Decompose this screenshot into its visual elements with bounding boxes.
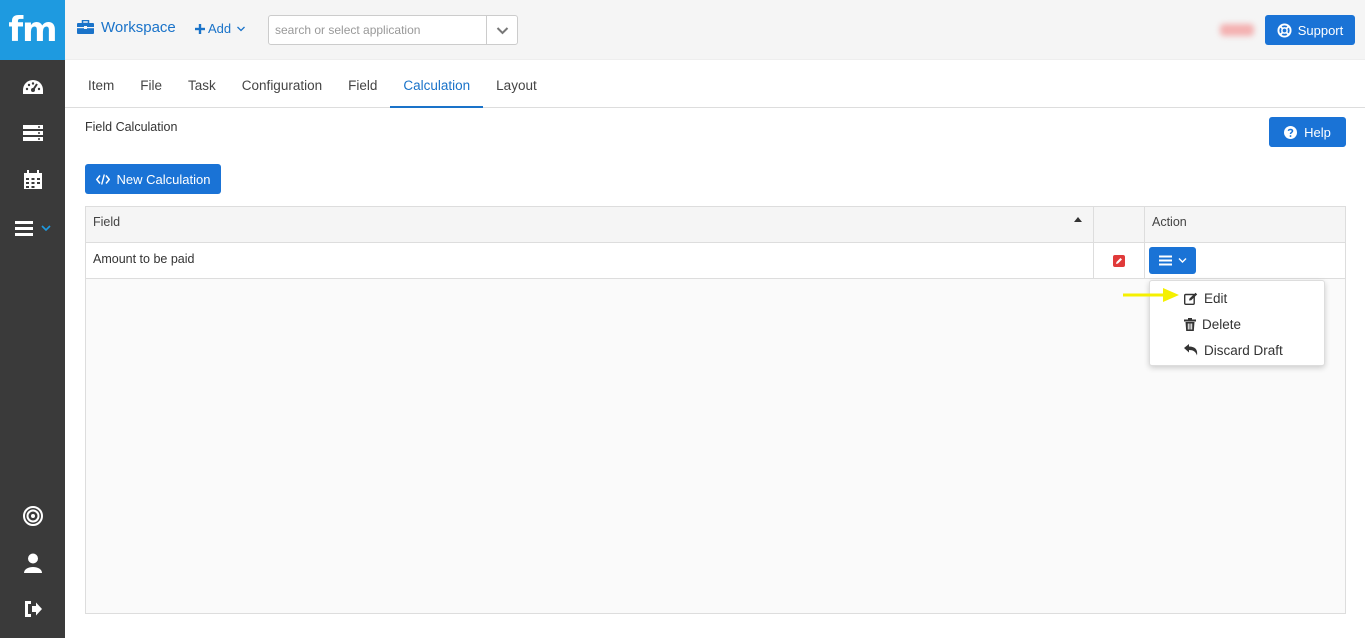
menu-item-delete-label: Delete bbox=[1202, 316, 1242, 332]
chevron-down-icon bbox=[237, 26, 246, 31]
support-label: Support bbox=[1297, 22, 1344, 38]
support-button[interactable]: Support bbox=[1265, 15, 1355, 45]
edit-icon bbox=[1184, 292, 1198, 305]
menu-item-delete[interactable]: Delete bbox=[1150, 311, 1324, 337]
top-bar: Workspace Add Support bbox=[65, 0, 1365, 60]
question-circle-icon bbox=[1284, 125, 1298, 139]
row-action-menu-button[interactable] bbox=[1149, 247, 1196, 274]
bars-icon bbox=[1158, 255, 1172, 266]
tab-field[interactable]: Field bbox=[335, 60, 390, 108]
app-root: fm Workspace Add search or select applic… bbox=[0, 0, 1365, 638]
table-row: Amount to be paid bbox=[86, 243, 1345, 279]
undo-icon bbox=[1184, 344, 1198, 356]
chevron-down-icon bbox=[1178, 258, 1186, 263]
column-header-action: Action bbox=[1152, 215, 1187, 229]
select-dropdown-toggle[interactable] bbox=[486, 16, 517, 44]
tab-configuration[interactable]: Configuration bbox=[229, 60, 335, 108]
workspace-link[interactable]: Workspace bbox=[77, 19, 176, 36]
page-title: Field Calculation bbox=[85, 120, 178, 134]
tab-task[interactable]: Task bbox=[175, 60, 229, 108]
tab-bar: Item File Task Configuration Field Calcu… bbox=[65, 60, 1365, 108]
menu-item-edit-label: Edit bbox=[1204, 290, 1228, 306]
add-button[interactable]: Add bbox=[195, 21, 246, 36]
application-select[interactable] bbox=[268, 15, 518, 45]
pencil-icon[interactable] bbox=[1113, 254, 1125, 267]
help-button[interactable]: Help bbox=[1269, 117, 1346, 147]
plus-icon bbox=[195, 23, 205, 34]
new-calculation-button[interactable]: New Calculation bbox=[85, 164, 221, 194]
new-calculation-label: New Calculation bbox=[116, 171, 211, 187]
app-logo[interactable]: fm bbox=[0, 0, 65, 60]
column-header-edit bbox=[1094, 207, 1145, 243]
application-search-input[interactable] bbox=[269, 16, 486, 44]
code-icon bbox=[95, 173, 110, 185]
trash-icon bbox=[1184, 317, 1196, 331]
tab-calculation[interactable]: Calculation bbox=[390, 60, 484, 108]
table-header: Field Action bbox=[86, 207, 1345, 243]
chevron-down-icon bbox=[496, 26, 508, 34]
tab-layout[interactable]: Layout bbox=[483, 60, 550, 108]
briefcase-icon bbox=[77, 20, 94, 34]
calculation-table: Field Action Amount to be paid bbox=[85, 206, 1346, 614]
pointer-arrow-annotation bbox=[1123, 288, 1179, 302]
server-icon[interactable] bbox=[0, 113, 65, 153]
row-field-name: Amount to be paid bbox=[86, 243, 1094, 278]
menu-item-discard-draft[interactable]: Discard Draft bbox=[1150, 337, 1324, 363]
dashboard-icon[interactable] bbox=[0, 68, 65, 108]
target-icon[interactable] bbox=[0, 496, 65, 536]
user-icon[interactable] bbox=[0, 543, 65, 583]
calendar-icon[interactable] bbox=[0, 160, 65, 200]
menu-icon[interactable] bbox=[0, 208, 65, 248]
chevron-down-icon bbox=[40, 225, 51, 232]
column-header-field-label: Field bbox=[93, 215, 121, 229]
redacted-text bbox=[1220, 24, 1254, 36]
tab-file[interactable]: File bbox=[127, 60, 175, 108]
help-label: Help bbox=[1304, 124, 1331, 140]
row-action-cell bbox=[1145, 243, 1345, 278]
lifebuoy-icon bbox=[1277, 22, 1292, 38]
tab-item[interactable]: Item bbox=[75, 60, 127, 108]
menu-item-discard-draft-label: Discard Draft bbox=[1204, 342, 1283, 358]
logout-icon[interactable] bbox=[0, 589, 65, 629]
sort-ascending-icon[interactable] bbox=[1074, 217, 1082, 222]
add-label: Add bbox=[208, 21, 232, 36]
sidebar: fm bbox=[0, 0, 65, 638]
column-header-field[interactable]: Field bbox=[86, 207, 1094, 243]
workspace-label: Workspace bbox=[101, 19, 176, 36]
row-edit-cell bbox=[1094, 243, 1145, 278]
